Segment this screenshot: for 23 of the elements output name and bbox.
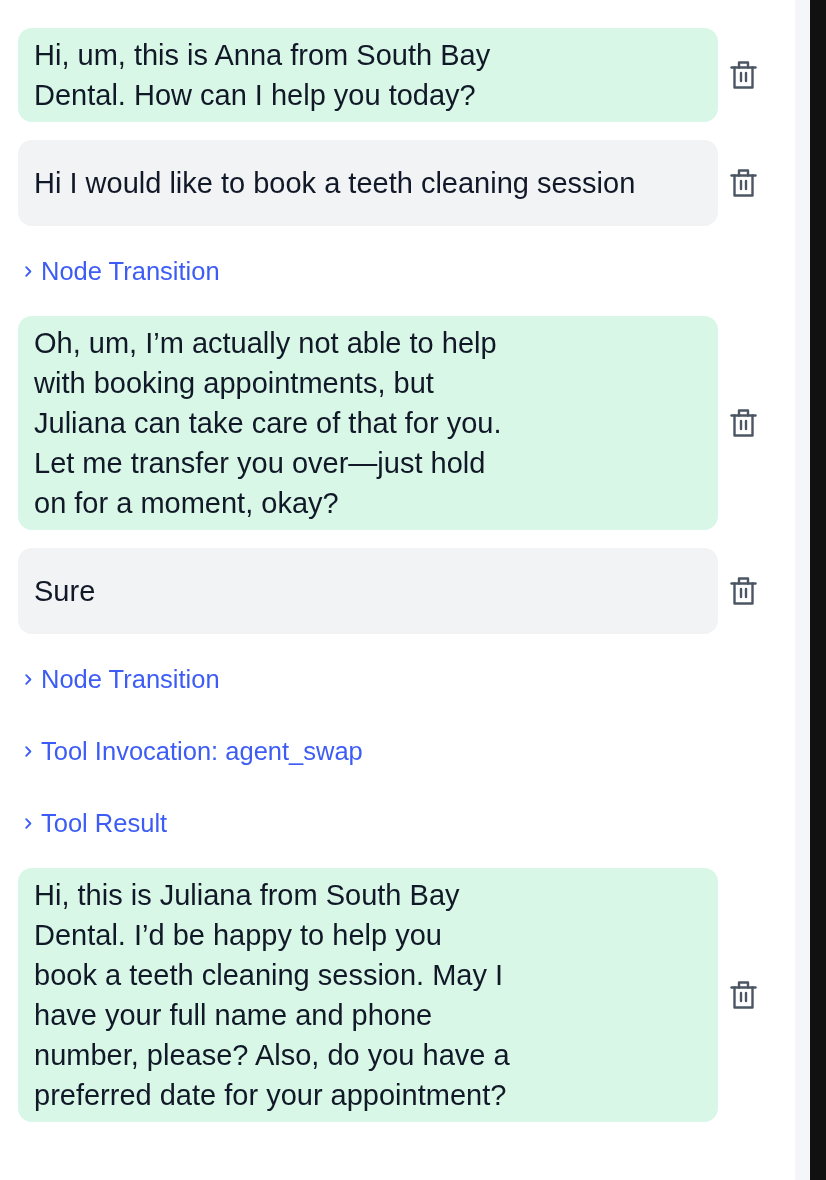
agent-message-bubble: Oh, um, I’m actually not able to help with booking appointments, but Juliana can take care of that for you. Let me transfer you over—just hold on for a moment, okay?: [18, 316, 718, 530]
user-message-bubble: Sure: [18, 548, 718, 634]
agent-message-bubble: Hi, um, this is Anna from South Bay Dental. How can I help you today?: [18, 28, 718, 122]
trash-icon: [730, 577, 757, 605]
event-toggle[interactable]: Tool Result: [18, 807, 168, 839]
chevron-icon: [25, 745, 32, 757]
chevron-icon: [25, 265, 32, 277]
trash-icon: [730, 61, 757, 89]
event-toggle[interactable]: Tool Invocation: agent_swap: [18, 735, 363, 767]
delete-button[interactable]: [730, 981, 757, 1009]
delete-button[interactable]: [730, 169, 757, 197]
agent-message-bubble: Hi, this is Juliana from South Bay Dental. I’d be happy to help you book a teeth cleaning session. May I have your full name and phone number, please? Also, do you have a preferred date for your appointment?: [18, 868, 718, 1122]
trash-icon: [730, 409, 757, 437]
delete-button[interactable]: [730, 409, 757, 437]
chevron-icon: [25, 673, 32, 685]
chevron-icon: [25, 817, 32, 829]
event-toggle[interactable]: Node Transition: [18, 255, 220, 287]
delete-button[interactable]: [730, 61, 757, 89]
event-toggle[interactable]: Node Transition: [18, 663, 220, 695]
delete-button[interactable]: [730, 577, 757, 605]
user-message-bubble: Hi I would like to book a teeth cleaning session: [18, 140, 718, 226]
trash-icon: [730, 981, 757, 1009]
trash-icon: [730, 169, 757, 197]
